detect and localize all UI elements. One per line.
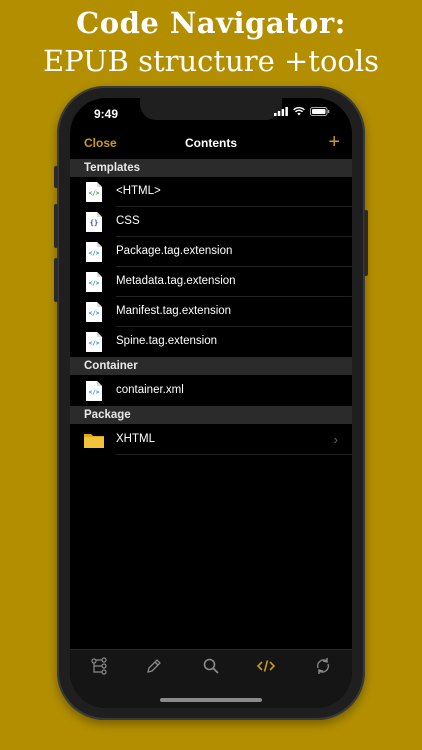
item-label: Package.tag.extension (116, 245, 233, 257)
section-header-container: Container (70, 357, 352, 375)
add-button[interactable]: + (328, 130, 340, 154)
svg-text:</>: </> (89, 190, 100, 197)
css-file-icon: {} (86, 212, 102, 232)
svg-text:</>: </> (89, 340, 100, 347)
status-icons (274, 107, 330, 116)
list-item-xhtml-folder[interactable]: XHTML › (70, 425, 352, 455)
code-file-icon: </> (86, 332, 102, 352)
svg-text:</>: </> (89, 250, 100, 257)
list-item-manifest-tag[interactable]: </> Manifest.tag.extension (70, 297, 352, 327)
power-button (364, 210, 368, 276)
section-header-templates: Templates (70, 159, 352, 177)
tab-sync[interactable] (311, 656, 335, 676)
svg-text:</>: </> (89, 280, 100, 287)
banner-title: Code Navigator: (76, 6, 346, 40)
signal-icon (274, 107, 288, 116)
item-label: CSS (116, 215, 140, 227)
code-file-icon: </> (86, 272, 102, 292)
list-item-container-xml[interactable]: </> container.xml (70, 376, 352, 406)
structure-tree-icon (91, 657, 107, 675)
code-brackets-icon (256, 660, 276, 672)
pencil-icon (147, 659, 161, 673)
tab-edit[interactable] (142, 656, 166, 676)
html-file-icon: </> (86, 182, 102, 202)
sync-icon (316, 658, 330, 674)
list-item-metadata-tag[interactable]: </> Metadata.tag.extension (70, 267, 352, 297)
item-label: <HTML> (116, 185, 161, 197)
status-time: 9:49 (94, 107, 119, 121)
page-title: Contents (185, 136, 237, 150)
tab-search[interactable] (199, 656, 223, 676)
volume-down-button (54, 258, 58, 302)
svg-text:</>: </> (89, 389, 100, 396)
volume-up-button (54, 204, 58, 248)
row-divider (116, 454, 352, 455)
item-label: Metadata.tag.extension (116, 275, 236, 287)
tab-structure[interactable] (87, 656, 111, 676)
notch (140, 98, 282, 120)
home-indicator[interactable] (160, 698, 262, 702)
chevron-right-icon: › (333, 432, 338, 447)
svg-text:</>: </> (89, 310, 100, 317)
item-label: container.xml (116, 384, 184, 396)
folder-icon (84, 434, 104, 448)
battery-icon (310, 107, 330, 116)
list-item-css[interactable]: {} CSS (70, 207, 352, 237)
item-label: Spine.tag.extension (116, 335, 218, 347)
list-item-package-tag[interactable]: </> Package.tag.extension (70, 237, 352, 267)
code-file-icon: </> (86, 381, 102, 401)
svg-text:{}: {} (90, 219, 98, 227)
item-label: XHTML (116, 433, 155, 445)
navigation-bar: Close Contents + (70, 130, 352, 158)
search-icon (203, 658, 219, 674)
code-file-icon: </> (86, 242, 102, 262)
section-header-package: Package (70, 406, 352, 424)
list-item-html[interactable]: </> <HTML> (70, 177, 352, 207)
code-file-icon: </> (86, 302, 102, 322)
wifi-icon (293, 107, 305, 116)
list-item-spine-tag[interactable]: </> Spine.tag.extension (70, 327, 352, 357)
item-label: Manifest.tag.extension (116, 305, 232, 317)
app-screen: 9:49 Close Contents + Templates </> <HTM… (70, 98, 352, 708)
tab-bar (70, 649, 352, 708)
tab-code[interactable] (254, 656, 278, 676)
mute-switch (54, 166, 58, 188)
banner-subtitle: EPUB structure +tools (42, 44, 380, 78)
